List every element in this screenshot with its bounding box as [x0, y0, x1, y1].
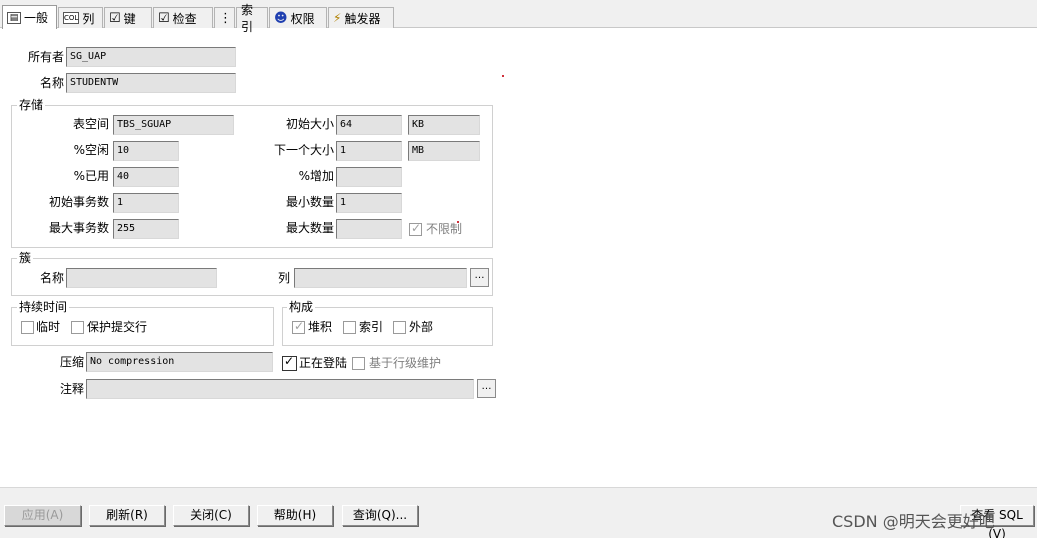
comment-ellipsis-button[interactable]: …: [477, 379, 496, 398]
name-label: 名称: [39, 76, 64, 90]
organization-group-title: 构成: [287, 300, 316, 314]
initrans-field[interactable]: 1: [113, 193, 179, 213]
trigger-icon: ⚡: [333, 11, 342, 25]
unlimited-checkbox[interactable]: [409, 221, 422, 236]
initial-size-field[interactable]: 64: [336, 115, 402, 135]
external-checkbox[interactable]: [393, 321, 406, 334]
partition-icon: ⋮: [219, 10, 232, 26]
owner-label: 所有者: [27, 50, 64, 64]
preserve-rows-checkbox[interactable]: [71, 321, 84, 334]
close-button[interactable]: 关闭(C): [173, 505, 249, 526]
preserve-rows-label: 保护提交行: [87, 320, 148, 334]
pct-increase-label: %增加: [298, 169, 334, 183]
comment-field[interactable]: [86, 379, 474, 399]
index-organized-label: 索引: [359, 320, 384, 334]
refresh-button[interactable]: 刷新(R): [89, 505, 165, 526]
temporary-checkbox[interactable]: [21, 321, 34, 334]
max-extents-label: 最大数量: [285, 221, 334, 235]
cluster-name-field[interactable]: [66, 268, 217, 288]
general-icon: ▤: [7, 11, 21, 24]
check-constraint-icon: ☑: [158, 10, 170, 26]
tab-privileges[interactable]: ☻ 权限: [269, 7, 327, 28]
red-dot-marker: [502, 75, 504, 77]
row-movement-label: 基于行级维护: [369, 356, 442, 370]
query-button[interactable]: 查询(Q)...: [342, 505, 418, 526]
pct-used-field[interactable]: 40: [113, 167, 179, 187]
comment-label: 注释: [59, 382, 84, 396]
tab-partition[interactable]: ⋮: [214, 7, 235, 28]
apply-button[interactable]: 应用(A): [4, 505, 81, 526]
logging-checkbox[interactable]: [282, 354, 297, 371]
tab-general[interactable]: ▤ 一般: [2, 5, 57, 29]
tab-indexes[interactable]: 索引: [236, 3, 268, 34]
initrans-label: 初始事务数: [48, 195, 109, 209]
cluster-columns-label: 列: [277, 271, 290, 285]
index-organized-checkbox[interactable]: [343, 321, 356, 334]
owner-field[interactable]: SG_UAP: [66, 47, 236, 67]
columns-icon: COL: [63, 12, 80, 24]
tab-columns[interactable]: COL 列: [58, 7, 103, 28]
next-size-unit[interactable]: MB: [408, 141, 480, 161]
heap-label: 堆积: [308, 320, 333, 334]
cluster-name-label: 名称: [39, 271, 64, 285]
temporary-label: 临时: [36, 320, 61, 334]
pct-used-label: %已用: [73, 169, 109, 183]
max-extents-field[interactable]: [336, 219, 402, 239]
duration-group-title: 持续时间: [17, 300, 70, 314]
storage-group-title: 存储: [17, 98, 46, 112]
external-label: 外部: [409, 320, 434, 334]
tab-strip: ▤ 一般 COL 列 ☑ 键 ☑ 检查 ⋮ 索引 ☻ 权限 ⚡ 触发器: [0, 0, 1037, 34]
row-movement-checkbox[interactable]: [352, 357, 365, 370]
cluster-columns-ellipsis-button[interactable]: …: [470, 268, 489, 287]
cluster-group-title: 簇: [17, 251, 34, 265]
compress-label: 压缩: [59, 355, 84, 369]
next-size-label: 下一个大小: [273, 143, 334, 157]
tablespace-label: 表空间: [72, 117, 109, 131]
tab-checks[interactable]: ☑ 检查: [153, 7, 213, 28]
initial-size-unit[interactable]: KB: [408, 115, 480, 135]
min-extents-field[interactable]: 1: [336, 193, 402, 213]
tab-indexes-label: 索引: [241, 3, 254, 34]
min-extents-label: 最小数量: [285, 195, 334, 209]
red-dot-marker-2: [457, 221, 459, 223]
pct-increase-field[interactable]: [336, 167, 402, 187]
tab-keys[interactable]: ☑ 键: [104, 7, 152, 28]
heap-checkbox[interactable]: [292, 319, 305, 334]
tablespace-field[interactable]: TBS_SGUAP: [113, 115, 234, 135]
logging-label: 正在登陆: [299, 356, 348, 370]
csdn-watermark: CSDN @明天会更好吧: [832, 512, 995, 531]
help-button[interactable]: 帮助(H): [257, 505, 333, 526]
tab-columns-label: 列: [82, 11, 95, 26]
tab-keys-label: 键: [123, 11, 136, 26]
initial-size-label: 初始大小: [285, 117, 334, 131]
pct-free-field[interactable]: 10: [113, 141, 179, 161]
tab-triggers[interactable]: ⚡ 触发器: [328, 7, 394, 28]
name-field[interactable]: STUDENTW: [66, 73, 236, 93]
tab-privileges-label: 权限: [290, 11, 315, 26]
maxtrans-label: 最大事务数: [48, 221, 109, 235]
tab-checks-label: 检查: [172, 11, 197, 26]
next-size-field[interactable]: 1: [336, 141, 402, 161]
pct-free-label: %空闲: [73, 143, 109, 157]
privileges-icon: ☻: [274, 10, 288, 26]
compress-field[interactable]: No compression: [86, 352, 273, 372]
cluster-columns-field[interactable]: [294, 268, 467, 288]
key-check-icon: ☑: [109, 10, 121, 26]
maxtrans-field[interactable]: 255: [113, 219, 179, 239]
tab-general-label: 一般: [24, 11, 49, 25]
tab-triggers-label: 触发器: [344, 11, 381, 26]
unlimited-label: 不限制: [426, 222, 463, 236]
